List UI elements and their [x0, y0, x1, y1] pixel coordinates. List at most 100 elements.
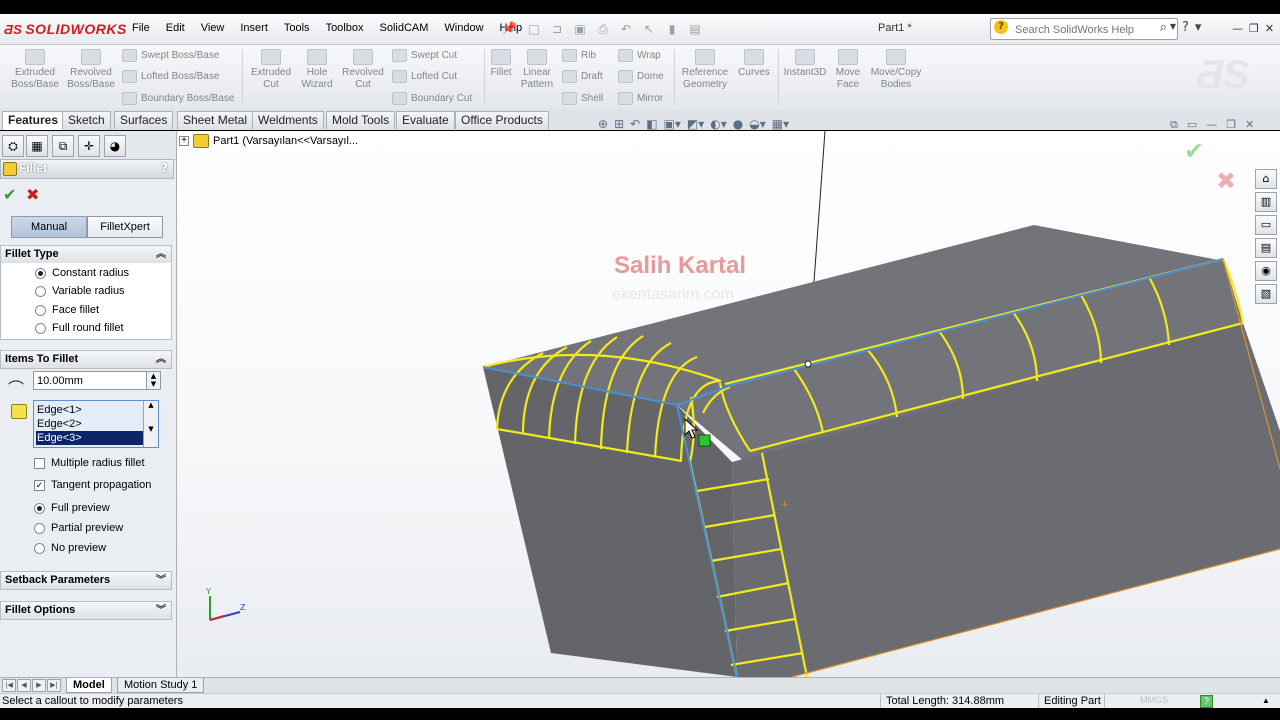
radius-input[interactable]	[35, 373, 147, 389]
lofted-boss-button[interactable]: Lofted Boss/Base	[122, 70, 219, 83]
swept-cut-button[interactable]: Swept Cut	[392, 49, 457, 62]
undo-icon[interactable]: ↶	[616, 19, 636, 39]
tab-surfaces[interactable]: Surfaces	[114, 111, 174, 129]
menu-view[interactable]: View	[193, 20, 233, 36]
search-input[interactable]	[1013, 21, 1153, 38]
menu-insert[interactable]: Insert	[232, 20, 276, 36]
options-icon[interactable]: ▤	[685, 19, 705, 39]
revolved-boss-button[interactable]: Revolved Boss/Base	[64, 49, 118, 91]
home-icon[interactable]: ⌂	[1255, 169, 1277, 189]
extruded-boss-button[interactable]: Extruded Boss/Base	[8, 49, 62, 91]
apply-scene-icon[interactable]: ◒▾	[749, 117, 766, 131]
multiple-radius-checkbox[interactable]: Multiple radius fillet	[34, 457, 145, 469]
draft-button[interactable]: Draft	[562, 70, 603, 83]
radio-full-round-fillet[interactable]: Full round fillet	[35, 322, 124, 334]
rebuild-icon[interactable]: ▮	[662, 19, 682, 39]
restore-icon[interactable]: ❐	[1249, 22, 1259, 35]
model-viewport[interactable]: +	[177, 131, 1280, 677]
edit-appearance-icon[interactable]: ●	[733, 117, 743, 131]
last-tab-icon[interactable]: ▶|	[47, 679, 61, 692]
filletxpert-mode-button[interactable]: FilletXpert	[87, 216, 163, 238]
fillet-button[interactable]: Fillet	[486, 49, 516, 79]
lofted-cut-button[interactable]: Lofted Cut	[392, 70, 457, 83]
instant3d-button[interactable]: Instant3D	[780, 49, 830, 79]
status-units[interactable]: MMGS	[1140, 695, 1168, 705]
search-icon[interactable]: ⌕	[1160, 20, 1167, 35]
solidworks-logo[interactable]: ƋS SOLIDWORKS	[4, 21, 127, 37]
help-dropdown-icon[interactable]: ▾	[1195, 20, 1202, 35]
ok-check-icon[interactable]: ✔	[3, 185, 16, 204]
section-view-icon[interactable]: ◧	[646, 117, 657, 131]
rib-button[interactable]: Rib	[562, 49, 596, 62]
property-manager-tab-icon[interactable]: ▦	[26, 135, 48, 157]
extruded-cut-button[interactable]: Extruded Cut	[246, 49, 296, 91]
list-item-selected[interactable]: Edge<3>	[36, 431, 143, 445]
fillet-options-header[interactable]: Fillet Options ︾	[0, 601, 172, 620]
first-tab-icon[interactable]: |◀	[2, 679, 16, 692]
radio-face-fillet[interactable]: Face fillet	[35, 304, 99, 316]
radio-constant-radius[interactable]: Constant radius	[35, 267, 129, 279]
previous-view-icon[interactable]: ↶	[630, 117, 640, 131]
zoom-to-area-icon[interactable]: ⊞	[614, 117, 624, 131]
tab-features[interactable]: Features	[2, 111, 65, 130]
search-dropdown-icon[interactable]: ▼	[1170, 22, 1176, 31]
tab-sketch[interactable]: Sketch	[62, 111, 111, 129]
list-item[interactable]: Edge<1>	[36, 403, 143, 417]
help-icon[interactable]: ?	[161, 161, 168, 175]
minimize-icon[interactable]: —	[1232, 22, 1243, 35]
view-palette-icon[interactable]: ▤	[1255, 238, 1277, 258]
radius-spinner[interactable]: ▲ ▼	[146, 372, 160, 389]
feature-manager-tab-icon[interactable]: ⛭	[2, 135, 24, 157]
confirm-corner-cancel-icon[interactable]: ✖	[1216, 167, 1236, 195]
curves-button[interactable]: Curves	[734, 49, 774, 79]
items-to-fillet-header[interactable]: Items To Fillet ︽	[0, 350, 172, 369]
linear-pattern-button[interactable]: Linear Pattern	[516, 49, 558, 91]
revolved-cut-button[interactable]: Revolved Cut	[338, 49, 388, 91]
menu-window[interactable]: Window	[436, 20, 491, 36]
display-style-icon[interactable]: ◩▾	[687, 117, 704, 131]
radio-no-preview[interactable]: No preview	[34, 542, 106, 554]
swept-boss-button[interactable]: Swept Boss/Base	[122, 49, 219, 62]
tab-motion-study[interactable]: Motion Study 1	[117, 678, 205, 693]
viewport-link-icon[interactable]: ▭	[1187, 118, 1197, 132]
appearances-icon[interactable]: ◉	[1255, 261, 1277, 281]
setback-parameters-header[interactable]: Setback Parameters ︾	[0, 571, 172, 590]
radio-variable-radius[interactable]: Variable radius	[35, 285, 125, 297]
shell-button[interactable]: Shell	[562, 92, 603, 105]
tab-mold-tools[interactable]: Mold Tools	[326, 111, 396, 129]
dome-button[interactable]: Dome	[618, 70, 664, 83]
close-icon[interactable]: ✕	[1265, 22, 1274, 35]
menu-tools[interactable]: Tools	[276, 20, 318, 36]
menu-toolbox[interactable]: Toolbox	[318, 20, 372, 36]
menu-edit[interactable]: Edit	[158, 20, 193, 36]
status-dropdown-icon[interactable]: ▲	[1262, 696, 1270, 705]
tangent-propagation-checkbox[interactable]: ✓ Tangent propagation	[34, 479, 151, 491]
save-icon[interactable]: ▣	[570, 19, 590, 39]
move-face-button[interactable]: Move Face	[830, 49, 866, 91]
zoom-to-fit-icon[interactable]: ⊕	[598, 117, 608, 131]
tab-weldments[interactable]: Weldments	[252, 111, 324, 129]
display-manager-tab-icon[interactable]: ◕	[104, 135, 126, 157]
menu-file[interactable]: File	[124, 20, 158, 36]
file-explorer-icon[interactable]: ▭	[1255, 215, 1277, 235]
viewport-close-icon[interactable]: ✕	[1245, 118, 1254, 132]
status-help-icon[interactable]: ?	[1200, 695, 1213, 708]
cancel-x-icon[interactable]: ✖	[26, 185, 39, 204]
prev-tab-icon[interactable]: ◀	[17, 679, 31, 692]
fillet-type-header[interactable]: Fillet Type ︽	[0, 245, 172, 264]
boundary-boss-button[interactable]: Boundary Boss/Base	[122, 92, 234, 105]
viewport-restore-icon[interactable]: ❐	[1226, 118, 1236, 132]
move-copy-bodies-button[interactable]: Move/Copy Bodies	[868, 49, 924, 91]
help-question-icon[interactable]: ?	[1182, 20, 1189, 35]
hole-wizard-button[interactable]: Hole Wizard	[296, 49, 338, 91]
tab-office-products[interactable]: Office Products	[455, 111, 549, 129]
hide-show-items-icon[interactable]: ◐▾	[710, 117, 727, 131]
manual-mode-button[interactable]: Manual	[11, 216, 87, 238]
viewport-split-icon[interactable]: ⧉	[1170, 118, 1178, 132]
tab-evaluate[interactable]: Evaluate	[396, 111, 455, 129]
open-folder-icon[interactable]: ⊐	[547, 19, 567, 39]
reference-geometry-button[interactable]: Reference Geometry	[678, 49, 732, 91]
new-document-icon[interactable]: □	[524, 19, 544, 39]
mirror-button[interactable]: Mirror	[618, 92, 663, 105]
design-library-icon[interactable]: ▥	[1255, 192, 1277, 212]
